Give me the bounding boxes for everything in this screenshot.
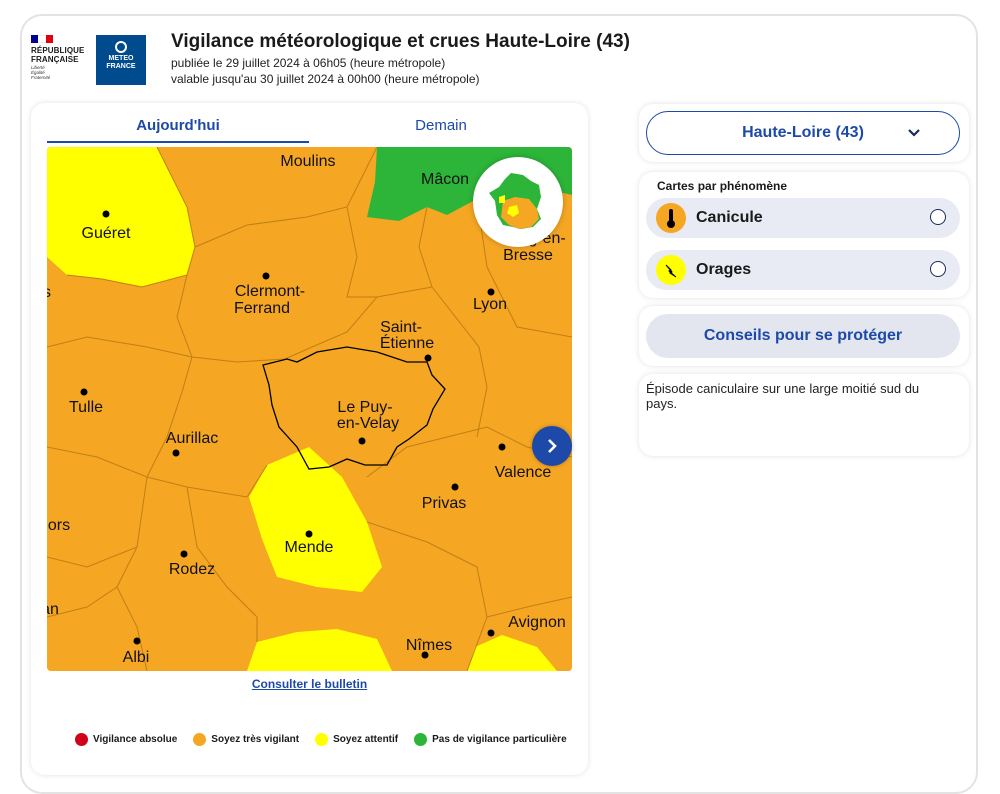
legend-label: Pas de vigilance particulière: [432, 734, 567, 745]
city-label: s: [47, 284, 51, 301]
rf-motto3: Fraternité: [31, 75, 51, 80]
city-label: Ferrand: [234, 300, 290, 317]
city-label: Mâcon: [421, 171, 469, 188]
phenomenon-canicule[interactable]: Canicule: [646, 198, 960, 238]
city-label: ors: [48, 517, 70, 534]
city-label: Étienne: [380, 333, 434, 352]
city-label: Rodez: [169, 561, 215, 578]
advice-label: Conseils pour se protéger: [703, 327, 903, 344]
city-label: Aurillac: [166, 430, 218, 447]
legend-label: Soyez attentif: [333, 734, 399, 745]
city-label: en-Velay: [337, 415, 399, 432]
thermometer-icon: [656, 203, 686, 233]
city-label: Valence: [495, 464, 552, 481]
meteo-france-icon: [115, 41, 127, 53]
phenomenon-orages[interactable]: Orages: [646, 250, 960, 290]
city-label: an: [47, 601, 59, 618]
phenomenon-label: Canicule: [696, 209, 763, 226]
meteo-france-logo: METEO FRANCE: [96, 35, 146, 85]
city-label: Guéret: [82, 225, 131, 242]
rf-line2: FRANÇAISE: [31, 55, 79, 64]
phenomena-title: Cartes par phénomène: [657, 179, 788, 193]
legend-label: Soyez très vigilant: [211, 734, 300, 745]
valid-until-date: valable jusqu'au 30 juillet 2024 à 00h00…: [171, 72, 480, 86]
red-dot-icon: [75, 733, 88, 746]
legend-item-red: Vigilance absolue: [75, 733, 177, 746]
city-label: Albi: [123, 649, 150, 666]
city-label: Clermont-: [235, 283, 305, 300]
chevron-down-icon: [908, 129, 920, 137]
legend-item-yellow: Soyez attentif: [315, 733, 398, 746]
french-flag-icon: [31, 35, 53, 43]
city-label: Saint-: [380, 319, 422, 336]
department-label: Haute-Loire (43): [742, 124, 864, 141]
published-date: publiée le 29 juillet 2024 à 06h05 (heur…: [171, 56, 446, 70]
rf-line1: RÉPUBLIQUE: [31, 46, 85, 55]
france-mini-map[interactable]: [473, 157, 563, 247]
tab-today[interactable]: Aujourd'hui: [47, 117, 309, 143]
chevron-right-icon: [548, 439, 557, 453]
orages-radio[interactable]: [930, 261, 946, 277]
city-label: Lyon: [473, 296, 507, 313]
yellow-dot-icon: [315, 733, 329, 746]
lightning-icon: [656, 255, 686, 285]
legend-item-green: Pas de vigilance particulière: [414, 733, 567, 746]
tab-tomorrow[interactable]: Demain: [310, 117, 572, 134]
green-dot-icon: [414, 733, 428, 746]
canicule-radio[interactable]: [930, 209, 946, 225]
consult-bulletin-link[interactable]: Consulter le bulletin: [31, 677, 588, 691]
city-label: Tulle: [69, 399, 103, 416]
mf-line2: FRANCE: [106, 63, 136, 70]
legend-label: Vigilance absolue: [93, 734, 178, 745]
mf-line1: METEO: [108, 55, 134, 62]
protection-advice-button[interactable]: Conseils pour se protéger: [646, 314, 960, 358]
city-label: Moulins: [280, 153, 335, 170]
city-label: Bresse: [503, 247, 553, 264]
orange-dot-icon: [193, 733, 207, 746]
republique-francaise-logo: RÉPUBLIQUE FRANÇAISE Liberté Égalité Frater…: [31, 35, 91, 87]
next-map-button[interactable]: [532, 426, 572, 466]
page-title: Vigilance météorologique et crues Haute-…: [171, 31, 630, 52]
city-label: Le Puy-: [337, 399, 392, 416]
episode-note: Épisode caniculaire sur une large moitié…: [646, 381, 920, 411]
city-label: Nîmes: [406, 637, 452, 654]
city-label: Avignon: [508, 614, 566, 631]
vigilance-legend: Vigilance absolue Soyez très vigilant So…: [75, 733, 583, 746]
phenomenon-label: Orages: [696, 261, 752, 278]
city-label: Privas: [422, 495, 466, 512]
legend-item-orange: Soyez très vigilant: [193, 733, 299, 746]
city-label: Mende: [285, 539, 334, 556]
